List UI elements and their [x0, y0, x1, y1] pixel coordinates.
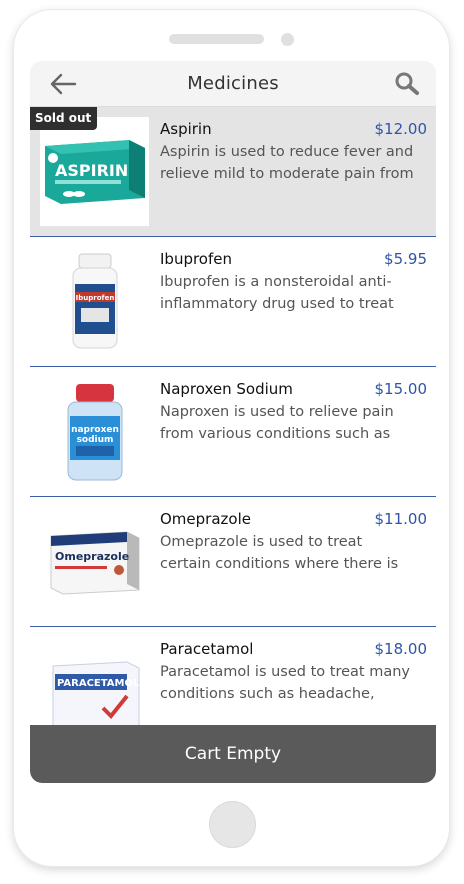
- aspirin-box-image: ASPIRIN: [44, 139, 145, 204]
- medicine-description: Ibuprofen is a nonsteroidal anti- inflam…: [160, 271, 432, 315]
- medicine-price: $11.00: [374, 510, 428, 528]
- search-button[interactable]: [394, 71, 420, 97]
- list-item[interactable]: Omeprazole Omeprazole $11.00 Omeprazole …: [30, 497, 436, 627]
- description-line: certain conditions where there is: [160, 556, 399, 572]
- list-item[interactable]: Sold out ASPIRIN Aspirin $12.00 Aspirin …: [30, 107, 436, 237]
- list-item[interactable]: naproxen sodium Naproxen Sodium $15.00 N…: [30, 367, 436, 497]
- product-image: Omeprazole: [40, 507, 149, 616]
- medicine-description: Omeprazole is used to treat certain cond…: [160, 531, 432, 575]
- medicine-description: Aspirin is used to reduce fever and reli…: [160, 141, 432, 185]
- description-line: Naproxen is used to relieve pain: [160, 404, 394, 420]
- svg-text:Omeprazole: Omeprazole: [55, 550, 129, 563]
- product-image: Ibuprofen: [40, 247, 149, 356]
- medicine-description: Paracetamol is used to treat many condit…: [160, 661, 432, 705]
- medicine-name: Ibuprofen: [160, 250, 233, 268]
- paracetamol-box-image: PARACETAMOL: [52, 660, 140, 725]
- description-line: inflammatory drug used to treat: [160, 296, 394, 312]
- description-line: Paracetamol is used to treat many: [160, 664, 410, 680]
- svg-text:PARACETAMOL: PARACETAMOL: [57, 678, 140, 689]
- product-image: PARACETAMOL: [40, 637, 149, 725]
- description-line: from various conditions such as: [160, 426, 391, 442]
- arrow-left-icon: [50, 73, 77, 95]
- medicine-name: Aspirin: [160, 120, 212, 138]
- medicine-price: $15.00: [374, 380, 428, 398]
- speaker-grille: [169, 34, 264, 44]
- list-item[interactable]: PARACETAMOL Paracetamol $18.00 Paracetam…: [30, 627, 436, 725]
- naproxen-bottle-image: naproxen sodium: [67, 383, 122, 480]
- description-line: Omeprazole is used to treat: [160, 534, 363, 550]
- description-line: conditions such as headache,: [160, 686, 375, 702]
- svg-text:sodium: sodium: [76, 435, 113, 445]
- page-title: Medicines: [187, 73, 279, 94]
- product-image: naproxen sodium: [40, 377, 149, 486]
- ibuprofen-bottle-image: Ibuprofen: [72, 253, 117, 348]
- omeprazole-box-image: Omeprazole: [50, 530, 139, 595]
- home-button[interactable]: [209, 801, 256, 848]
- svg-text:ASPIRIN: ASPIRIN: [55, 161, 128, 180]
- medicine-price: $18.00: [374, 640, 428, 658]
- medicine-name: Naproxen Sodium: [160, 380, 293, 398]
- medicine-price: $5.95: [384, 250, 427, 268]
- list-item[interactable]: Ibuprofen Ibuprofen $5.95 Ibuprofen is a…: [30, 237, 436, 367]
- description-line: relieve mild to moderate pain from: [160, 166, 414, 182]
- front-camera: [281, 33, 294, 46]
- back-button[interactable]: [48, 71, 78, 97]
- medicine-price: $12.00: [374, 120, 428, 138]
- medicine-name: Paracetamol: [160, 640, 254, 658]
- app-screen: Medicines Sold out ASPIRIN Aspirin $12.0…: [30, 61, 436, 783]
- product-image: ASPIRIN: [40, 117, 149, 226]
- top-bar: Medicines: [30, 61, 436, 107]
- description-line: Aspirin is used to reduce fever and: [160, 144, 414, 160]
- medicine-list: Sold out ASPIRIN Aspirin $12.00 Aspirin …: [30, 107, 436, 725]
- sold-out-badge: Sold out: [30, 107, 98, 130]
- svg-text:naproxen: naproxen: [71, 425, 119, 435]
- medicine-name: Omeprazole: [160, 510, 251, 528]
- description-line: Ibuprofen is a nonsteroidal anti-: [160, 274, 392, 290]
- search-icon: [395, 72, 419, 95]
- medicine-description: Naproxen is used to relieve pain from va…: [160, 401, 432, 445]
- svg-text:Ibuprofen: Ibuprofen: [75, 294, 114, 302]
- cart-button[interactable]: Cart Empty: [30, 725, 436, 783]
